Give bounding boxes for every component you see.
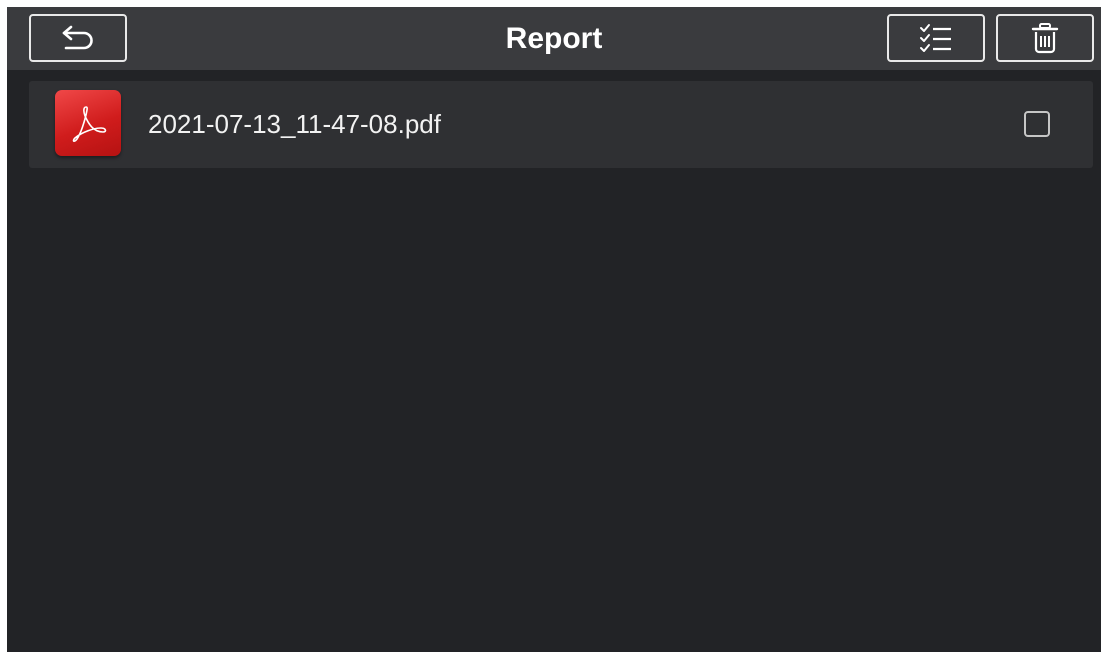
select-all-button[interactable] [887,14,985,62]
back-button[interactable] [29,14,127,62]
checklist-icon [920,24,951,52]
file-list: 2021-07-13_11-47-08.pdf [7,70,1101,652]
trash-icon [1031,23,1059,54]
report-screen: Report 2021-07-13_11-47-08.pdf [7,7,1101,652]
delete-button[interactable] [996,14,1094,62]
file-name: 2021-07-13_11-47-08.pdf [148,109,441,139]
list-item[interactable]: 2021-07-13_11-47-08.pdf [29,81,1093,168]
pdf-icon [55,90,121,156]
file-checkbox[interactable] [1024,111,1050,137]
back-arrow-icon [62,25,93,50]
top-bar: Report [7,7,1101,70]
